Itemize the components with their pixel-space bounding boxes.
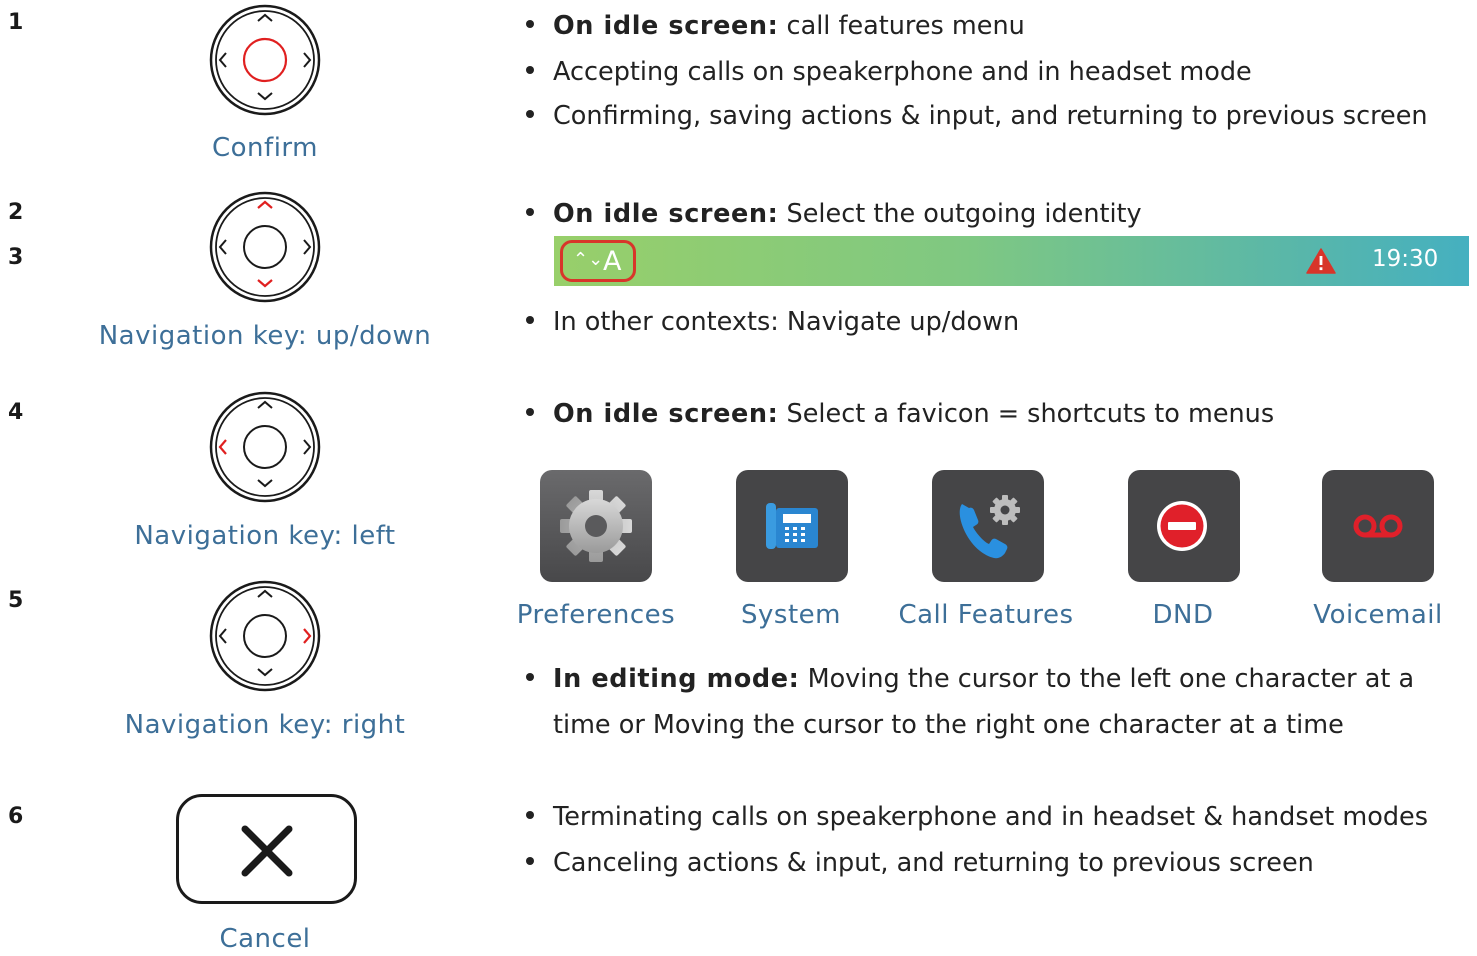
description-text: Terminating calls on speakerphone and in… (553, 802, 1428, 832)
cancel-key[interactable] (176, 794, 357, 904)
bullet-dot (526, 673, 534, 681)
description-item: On idle screen: Select the outgoing iden… (526, 191, 1142, 237)
description-continuation: time or Moving the cursor to the right o… (553, 710, 1344, 740)
favicon-voicemail[interactable] (1322, 470, 1434, 582)
row-number-3: 3 (8, 245, 24, 270)
description-bold: On idle screen: (553, 11, 779, 41)
navigation-key-right[interactable] (209, 580, 321, 692)
description-text: Select a favicon = shortcuts to menus (778, 399, 1275, 429)
bullet-dot (526, 208, 534, 216)
favicon-system[interactable] (736, 470, 848, 582)
navigation-key-icon (209, 580, 321, 692)
favicon-label-preferences: Preferences (516, 600, 676, 630)
description-bold: On idle screen: (553, 399, 779, 429)
caption-right: Navigation key: right (124, 710, 406, 740)
do-not-disturb-icon (1128, 470, 1240, 582)
identity-letter: A (603, 246, 622, 277)
bullet-dot (526, 316, 534, 324)
description-text: Select the outgoing identity (778, 199, 1142, 229)
caption-cancel: Cancel (219, 924, 311, 954)
navigation-key-icon (209, 191, 321, 303)
bullet-dot (526, 66, 534, 74)
description-item: Accepting calls on speakerphone and in h… (526, 49, 1252, 95)
caption-confirm: Confirm (212, 133, 318, 163)
bullet-dot (526, 857, 534, 865)
call-features-icon (932, 470, 1044, 582)
bullet-dot (526, 110, 534, 118)
description-item: On idle screen: call features menu (526, 3, 1025, 49)
favicon-label-voicemail: Voicemail (1313, 600, 1443, 630)
row-number-1: 1 (8, 10, 24, 35)
description-text: Moving the cursor to the left one charac… (799, 664, 1415, 694)
description-text: In other contexts: Navigate up/down (553, 307, 1020, 337)
description-text: Confirming, saving actions & input, and … (553, 101, 1428, 131)
description-item: In other contexts: Navigate up/down (526, 299, 1019, 345)
favicon-label-system: System (741, 600, 841, 630)
caption-up-down: Navigation key: up/down (98, 321, 432, 351)
row-number-2: 2 (8, 200, 24, 225)
description-item: In editing mode: Moving the cursor to th… (526, 656, 1414, 702)
voicemail-icon (1322, 470, 1434, 582)
close-icon (241, 825, 293, 877)
favicon-dnd[interactable] (1128, 470, 1240, 582)
desk-phone-icon (736, 470, 848, 582)
clock-time: 19:30 (1372, 246, 1439, 272)
navigation-key-left[interactable] (209, 391, 321, 503)
favicon-call-features[interactable] (932, 470, 1044, 582)
navigation-key-up-down[interactable] (209, 191, 321, 303)
bullet-dot (526, 408, 534, 416)
outgoing-identity-selector[interactable]: ⌃⌄ A (560, 240, 636, 282)
description-item: On idle screen: Select a favicon = short… (526, 391, 1274, 437)
description-text: call features menu (778, 11, 1025, 41)
navigation-key-icon (209, 391, 321, 503)
row-number-5: 5 (8, 588, 24, 613)
gear-icon (540, 470, 652, 582)
navigation-key-icon (209, 4, 321, 116)
warning-triangle-icon (1306, 248, 1336, 274)
favicon-preferences[interactable] (540, 470, 652, 582)
description-bold: On idle screen: (553, 199, 779, 229)
bullet-dot (526, 811, 534, 819)
phone-status-bar: ⌃⌄ A 19:30 (554, 236, 1469, 286)
navigation-key-confirm[interactable] (209, 4, 321, 116)
description-item: Canceling actions & input, and returning… (526, 840, 1314, 886)
row-number-4: 4 (8, 400, 24, 425)
description-item: Terminating calls on speakerphone and in… (526, 794, 1428, 840)
chevron-up-down-icon: ⌃⌄ (573, 249, 604, 270)
description-item: Confirming, saving actions & input, and … (526, 93, 1428, 139)
description-text: Canceling actions & input, and returning… (553, 848, 1314, 878)
description-text: Accepting calls on speakerphone and in h… (553, 57, 1252, 87)
description-bold: In editing mode: (553, 664, 800, 694)
favicon-label-dnd: DND (1152, 600, 1214, 630)
bullet-dot (526, 20, 534, 28)
favicon-label-call-features: Call Features (898, 600, 1074, 630)
row-number-6: 6 (8, 804, 24, 829)
caption-left: Navigation key: left (134, 521, 396, 551)
